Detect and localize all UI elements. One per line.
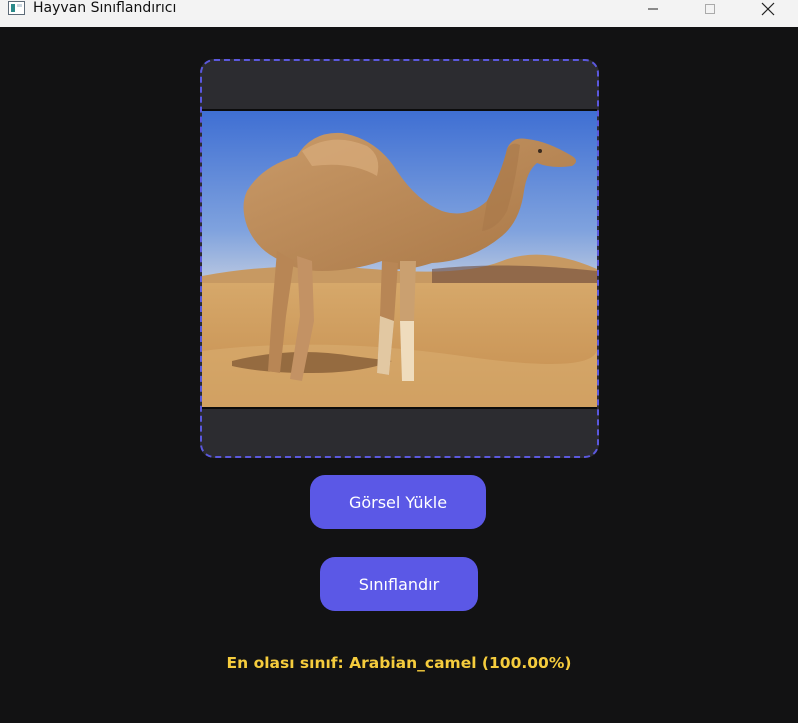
prediction-result: En olası sınıf: Arabian_camel (100.00%) [226, 654, 572, 672]
upload-image-button[interactable]: Görsel Yükle [310, 475, 486, 529]
classify-button[interactable]: Sınıflandır [320, 557, 478, 611]
maximize-button[interactable] [687, 0, 733, 17]
title-bar[interactable]: Hayvan Sınıflandırıcı [0, 0, 798, 27]
window-title: Hayvan Sınıflandırıcı [33, 0, 177, 16]
camel-photo [202, 109, 597, 409]
minimize-button[interactable] [630, 0, 676, 17]
close-button[interactable] [745, 0, 791, 17]
app-window-icon [8, 1, 25, 15]
minimize-icon [648, 8, 658, 9]
camel-illustration [202, 111, 597, 407]
maximize-icon [705, 3, 715, 14]
close-icon [761, 2, 775, 15]
app-window: Hayvan Sınıflandırıcı Görsel Yükle Sınıf… [0, 0, 798, 723]
image-drop-area[interactable] [200, 59, 599, 458]
